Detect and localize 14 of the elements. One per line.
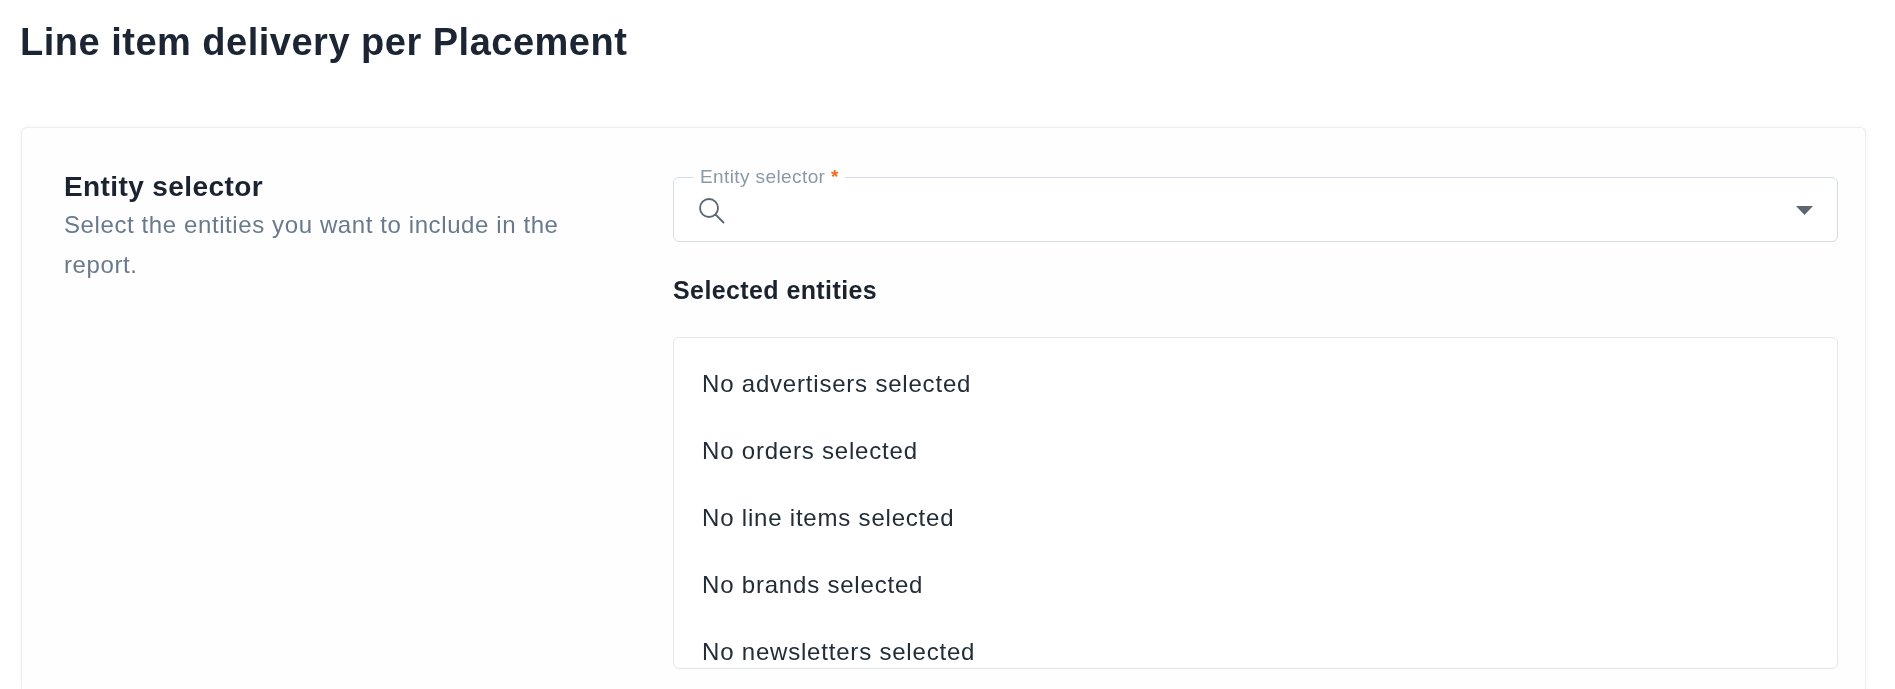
empty-selection-text: No orders selected xyxy=(702,436,918,466)
page-title: Line item delivery per Placement xyxy=(20,20,628,64)
section-description: Select the entities you want to include in the report. xyxy=(64,210,560,280)
empty-selection-text: No brands selected xyxy=(702,570,924,600)
empty-selection-text: No advertisers selected xyxy=(702,369,972,399)
field-label: Entity selector * xyxy=(699,167,840,187)
entity-selector-field[interactable]: Entity selector * xyxy=(673,167,1838,242)
empty-selection-text: No newsletters selected xyxy=(702,637,976,667)
section-title: Entity selector xyxy=(64,171,263,203)
caret-icon[interactable] xyxy=(1796,205,1813,215)
empty-selection-text: No line items selected xyxy=(702,503,955,533)
search-icon xyxy=(698,196,725,224)
selected-entities-title: Selected entities xyxy=(673,276,878,304)
required-mark: * xyxy=(831,166,839,187)
